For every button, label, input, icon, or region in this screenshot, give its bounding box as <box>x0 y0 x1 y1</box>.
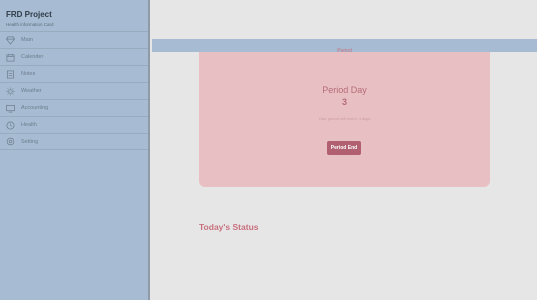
sun-icon <box>6 86 15 96</box>
calendar-icon <box>6 53 15 62</box>
sidebar-nav: Main Calender Notes Weather Accounting H… <box>0 31 148 150</box>
gem-icon <box>6 36 15 45</box>
main-content: Period Period Day 3 Your period will end… <box>152 0 537 300</box>
sidebar-item-calender[interactable]: Calender <box>0 48 148 65</box>
note-icon <box>6 70 15 79</box>
sidebar-item-label: Weather <box>21 88 42 94</box>
sidebar-item-main[interactable]: Main <box>0 31 148 48</box>
sidebar-item-label: Accounting <box>21 105 49 111</box>
app-title: FRD Project <box>6 10 52 19</box>
sidebar-item-label: Notes <box>21 71 36 77</box>
sidebar-item-weather[interactable]: Weather <box>0 82 148 99</box>
period-day-label: Period Day <box>322 85 367 95</box>
sidebar-item-label: Calender <box>21 54 44 60</box>
monitor-icon <box>6 104 15 113</box>
sidebar-item-notes[interactable]: Notes <box>0 65 148 82</box>
period-card: Period Day 3 Your period will end in 4 d… <box>199 52 490 187</box>
period-end-button[interactable]: Period End <box>327 141 361 155</box>
settings-icon <box>6 137 15 146</box>
sidebar: FRD Project Health information Card Main… <box>0 0 150 300</box>
sidebar-item-setting[interactable]: Setting <box>0 133 148 150</box>
top-bar: Period <box>152 39 537 54</box>
sidebar-item-label: Main <box>21 37 33 43</box>
period-day-count: 3 <box>341 97 347 107</box>
brand: FRD Project Health information Card <box>0 0 148 31</box>
clock-icon <box>6 121 15 130</box>
sidebar-item-label: Setting <box>21 138 39 145</box>
sidebar-item-health[interactable]: Health <box>0 116 148 133</box>
todays-status-heading: Today's Status <box>199 222 259 232</box>
sidebar-item-label: Health <box>21 122 37 128</box>
sidebar-item-accounting[interactable]: Accounting <box>0 99 148 116</box>
app-subtitle: Health information Card <box>6 22 54 27</box>
period-remaining-text: Your period will end in 4 days <box>318 116 371 121</box>
